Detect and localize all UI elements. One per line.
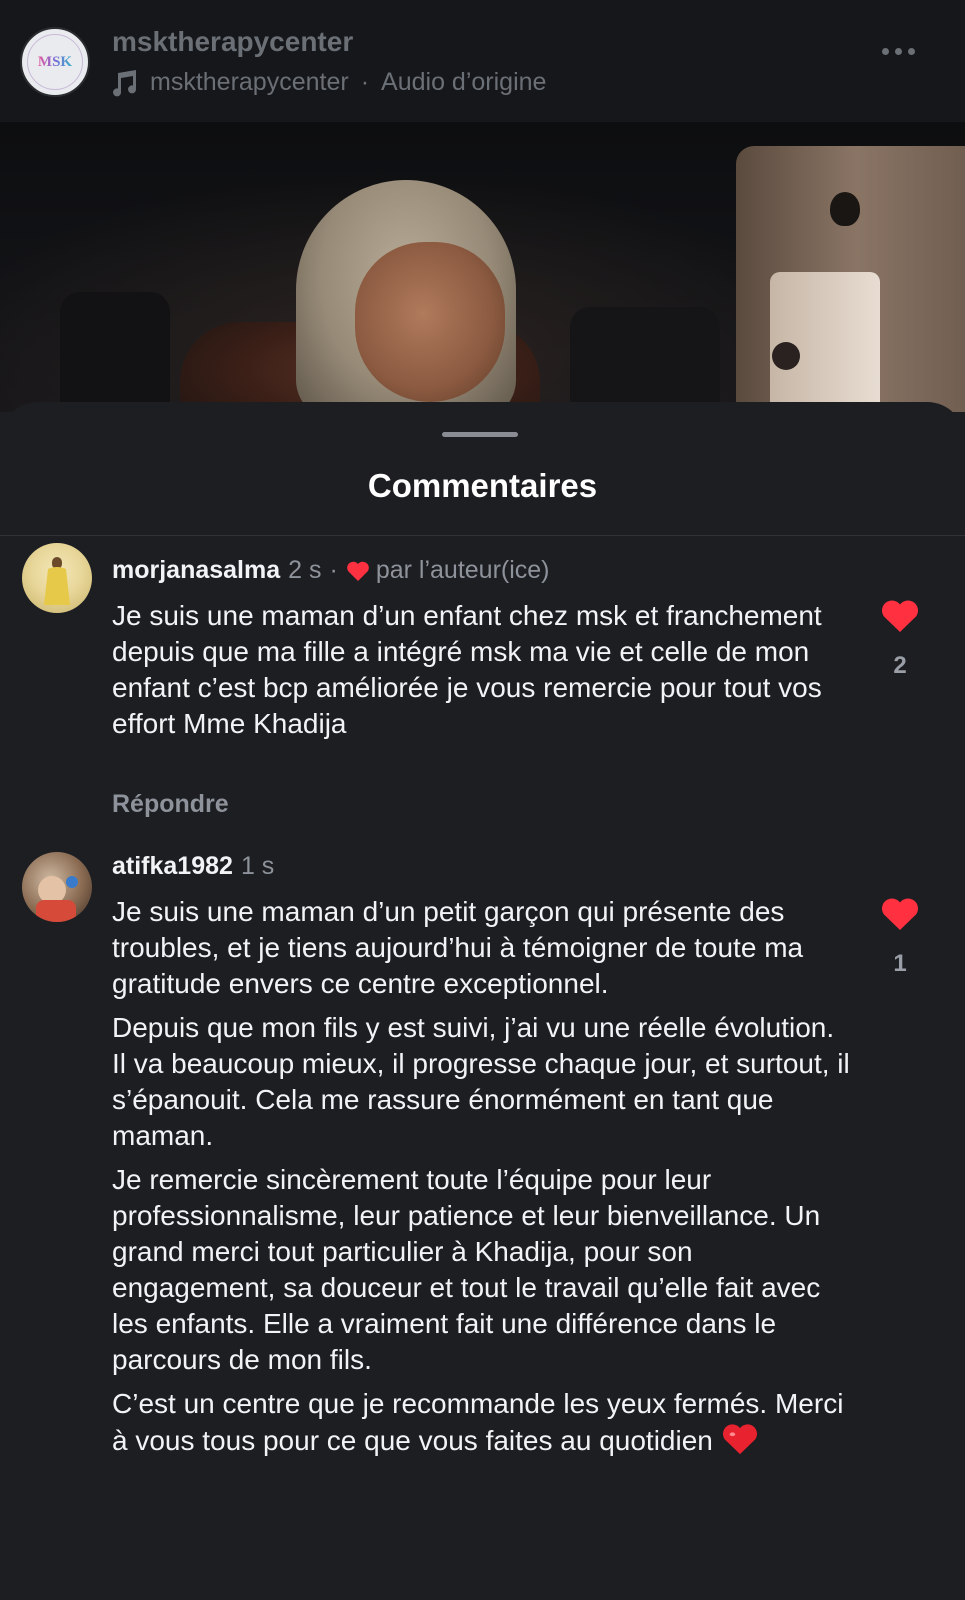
red-heart-emoji bbox=[722, 1424, 757, 1455]
heart-icon[interactable] bbox=[880, 598, 920, 634]
logo-ring: MSK bbox=[27, 34, 83, 90]
logo-text: MSK bbox=[37, 53, 73, 70]
music-note-icon bbox=[113, 69, 137, 96]
audio-row[interactable]: msktherapycenter · Audio d’origine bbox=[112, 68, 546, 97]
comment-time: 2 s bbox=[288, 556, 322, 584]
comment-text: Je suis une maman d’un enfant chez msk e… bbox=[112, 598, 852, 750]
heart-icon[interactable] bbox=[880, 896, 920, 932]
like-count: 1 bbox=[893, 950, 907, 977]
avatar-image bbox=[44, 557, 70, 605]
video-preview[interactable] bbox=[0, 122, 965, 412]
sheet-grabber[interactable] bbox=[442, 432, 518, 437]
comment-text: Je suis une maman d’un petit garçon qui … bbox=[112, 894, 852, 1467]
like-count: 2 bbox=[893, 652, 907, 679]
more-horizontal-icon[interactable] bbox=[882, 48, 915, 55]
comment-header: morjanasalma 2 s · par l’auteur(ice) bbox=[112, 556, 550, 585]
audio-account: msktherapycenter bbox=[150, 68, 349, 96]
commenter-avatar[interactable] bbox=[22, 543, 92, 613]
liked-by-author-heart-icon bbox=[347, 561, 369, 581]
comment-paragraph: Je suis une maman d’un petit garçon qui … bbox=[112, 896, 804, 999]
account-name[interactable]: msktherapycenter bbox=[112, 26, 353, 58]
comment-paragraph: Depuis que mon fils y est suivi, j’ai vu… bbox=[112, 1012, 850, 1151]
comments-sheet: Commentaires morjanasalma 2 s · par l’au… bbox=[0, 402, 965, 1600]
apple-logo-icon bbox=[830, 192, 860, 226]
account-avatar[interactable]: MSK bbox=[20, 27, 90, 97]
audio-separator: · bbox=[360, 68, 370, 96]
comment-username[interactable]: morjanasalma bbox=[112, 556, 280, 585]
comment-separator: · bbox=[329, 556, 338, 584]
comment-paragraph-last: C’est un centre que je recommande les ye… bbox=[112, 1386, 852, 1459]
comment-username[interactable]: atifka1982 bbox=[112, 852, 233, 881]
audio-label: Audio d’origine bbox=[381, 68, 547, 96]
reply-button[interactable]: Répondre bbox=[112, 790, 229, 819]
divider bbox=[0, 535, 965, 536]
liked-by-author-label: par l’auteur(ice) bbox=[375, 556, 550, 584]
avatar-image bbox=[36, 876, 78, 922]
post-header: MSK msktherapycenter msktherapycenter · … bbox=[0, 0, 965, 122]
comment-paragraph: Je suis une maman d’un enfant chez msk e… bbox=[112, 600, 822, 739]
comment-paragraph: Je remercie sincèrement toute l’équipe p… bbox=[112, 1164, 821, 1375]
comment-time: 1 s bbox=[240, 852, 275, 880]
commenter-avatar[interactable] bbox=[22, 852, 92, 922]
comment-header: atifka1982 1 s bbox=[112, 852, 274, 881]
sheet-title: Commentaires bbox=[367, 467, 598, 504]
